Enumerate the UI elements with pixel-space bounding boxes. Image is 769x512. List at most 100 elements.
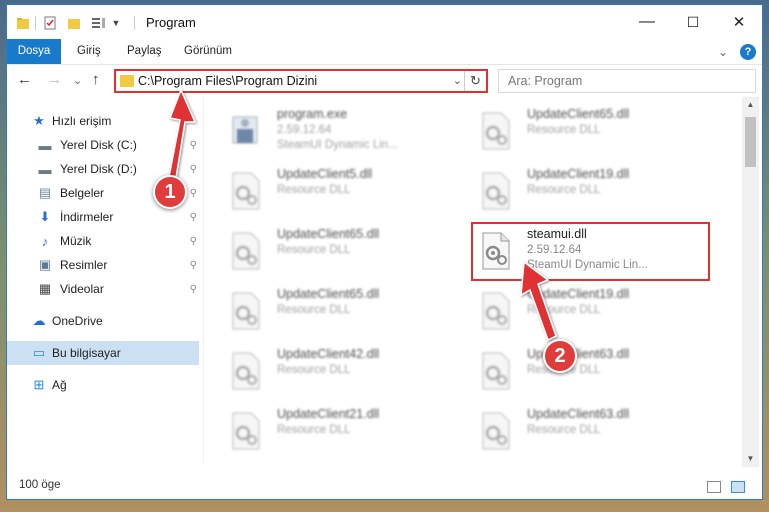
file-detail: Resource DLL bbox=[277, 424, 351, 436]
file-item[interactable]: UpdateClient65.dll Resource DLL bbox=[207, 285, 447, 339]
file-item[interactable]: UpdateClient21.dll Resource DLL bbox=[207, 405, 447, 459]
recent-locations-button[interactable]: ⌄ bbox=[73, 74, 82, 87]
sidebar-item-music[interactable]: ♪ Müzik ⚲ bbox=[7, 229, 199, 253]
dll-file-icon bbox=[482, 112, 510, 150]
file-detail: Resource DLL bbox=[277, 184, 351, 196]
pin-icon[interactable]: ⚲ bbox=[190, 188, 197, 199]
file-name: UpdateClient65.dll bbox=[277, 287, 380, 301]
vertical-scrollbar[interactable]: ▲ ▼ bbox=[742, 97, 759, 467]
sidebar-item-label: Yerel Disk (C:) bbox=[60, 138, 137, 152]
scroll-up-arrow[interactable]: ▲ bbox=[742, 97, 759, 113]
file-detail: Resource DLL bbox=[277, 244, 351, 256]
item-count: 100 öge bbox=[19, 479, 61, 491]
dll-file-icon bbox=[482, 412, 510, 450]
pin-icon[interactable]: ⚲ bbox=[190, 140, 197, 151]
file-item[interactable]: UpdateClient65.dll Resource DLL bbox=[207, 225, 447, 279]
sidebar-item-label: OneDrive bbox=[52, 314, 103, 328]
pin-icon[interactable]: ⚲ bbox=[190, 236, 197, 247]
sidebar-item-label: Videolar bbox=[60, 282, 104, 296]
pin-icon[interactable]: ⚲ bbox=[190, 164, 197, 175]
dll-file-icon bbox=[482, 352, 510, 390]
sidebar-item-videos[interactable]: ▦ Videolar ⚲ bbox=[7, 277, 199, 301]
expand-ribbon-icon[interactable]: ⌄ bbox=[718, 45, 728, 59]
sidebar-item-this-pc[interactable]: ▭ Bu bilgisayar bbox=[7, 341, 199, 365]
pin-icon[interactable]: ⚲ bbox=[190, 284, 197, 295]
help-icon[interactable]: ? bbox=[740, 44, 756, 60]
pane-divider bbox=[203, 97, 204, 463]
file-detail: 2.59.12.64 bbox=[277, 124, 332, 136]
file-name: UpdateClient21.dll bbox=[277, 407, 380, 421]
minimize-button[interactable]: — bbox=[624, 5, 670, 39]
tab-file[interactable]: Dosya bbox=[7, 39, 61, 64]
sidebar-item-label: İndirmeler bbox=[60, 210, 114, 224]
sidebar-item-quick-access[interactable]: ★ Hızlı erişim bbox=[7, 109, 199, 133]
music-icon: ♪ bbox=[41, 233, 49, 249]
chevron-down-icon[interactable]: ⌄ bbox=[453, 74, 462, 87]
sidebar-item-label: Yerel Disk (D:) bbox=[60, 162, 137, 176]
maximize-button[interactable]: ☐ bbox=[670, 5, 716, 39]
customize-toolbar-icon[interactable] bbox=[89, 14, 109, 32]
cloud-icon: ☁ bbox=[32, 313, 46, 328]
file-name: UpdateClient19.dll bbox=[527, 167, 630, 181]
file-detail: Resource DLL bbox=[527, 184, 601, 196]
file-item[interactable]: UpdateClient19.dll Resource DLL bbox=[457, 165, 697, 219]
scroll-thumb[interactable] bbox=[745, 117, 756, 167]
tab-home[interactable]: Giriş bbox=[67, 39, 111, 64]
sidebar-item-onedrive[interactable]: ☁ OneDrive bbox=[7, 309, 199, 333]
file-item[interactable]: UpdateClient63.dll Resource DLL bbox=[457, 345, 697, 399]
tab-share[interactable]: Paylaş bbox=[117, 39, 172, 64]
chevron-down-icon[interactable]: ▼ bbox=[111, 14, 121, 32]
sidebar-item-label: Hızlı erişim bbox=[52, 114, 112, 128]
address-bar[interactable]: C:\Program Files\Program Dizini ⌄ ↻ bbox=[114, 69, 488, 93]
close-button[interactable]: ✕ bbox=[716, 5, 762, 39]
title-divider bbox=[134, 16, 135, 30]
file-item[interactable]: UpdateClient19.dll Resource DLL bbox=[457, 285, 697, 339]
file-detail: SteamUI Dynamic Lin... bbox=[277, 139, 398, 151]
up-button[interactable]: ↑ bbox=[92, 71, 100, 88]
download-icon: ⬇ bbox=[39, 209, 51, 224]
file-item[interactable]: program.exe 2.59.12.64 SteamUI Dynamic L… bbox=[207, 105, 447, 159]
pin-icon[interactable]: ⚲ bbox=[190, 212, 197, 223]
sidebar-item-label: Ağ bbox=[52, 378, 67, 392]
qa-divider bbox=[35, 16, 36, 30]
back-button[interactable]: ← bbox=[17, 71, 32, 88]
dll-file-icon bbox=[482, 172, 510, 210]
pin-icon[interactable]: ⚲ bbox=[190, 260, 197, 271]
dll-file-icon bbox=[232, 172, 260, 210]
dll-file-icon bbox=[232, 292, 260, 330]
file-name: program.exe bbox=[277, 107, 348, 121]
new-folder-icon[interactable] bbox=[65, 14, 83, 32]
steamui-highlight bbox=[471, 222, 710, 281]
sidebar-item-network[interactable]: ⊞ Ağ bbox=[7, 373, 199, 397]
folder-icon[interactable] bbox=[15, 14, 31, 32]
file-name: UpdateClient65.dll bbox=[277, 227, 380, 241]
sidebar-item-label: Bu bilgisayar bbox=[52, 346, 121, 360]
tiles-view-button[interactable] bbox=[731, 481, 745, 493]
computer-icon: ▭ bbox=[32, 345, 46, 360]
status-bar: 100 öge bbox=[7, 475, 762, 499]
file-detail: Resource DLL bbox=[277, 364, 351, 376]
step-badge-1: 1 bbox=[153, 175, 187, 209]
ribbon: Dosya Giriş Paylaş Görünüm ⌄ ? bbox=[7, 39, 762, 65]
file-item[interactable]: UpdateClient65.dll Resource DLL bbox=[457, 105, 697, 159]
tab-view[interactable]: Görünüm bbox=[174, 39, 242, 64]
properties-icon[interactable] bbox=[41, 14, 59, 32]
sidebar-item-local-disk-c[interactable]: ▬ Yerel Disk (C:) ⚲ bbox=[7, 133, 199, 157]
exe-file-icon bbox=[232, 116, 258, 144]
search-input[interactable]: Ara: Program bbox=[498, 69, 756, 93]
sidebar-item-label: Belgeler bbox=[60, 186, 105, 200]
file-item[interactable]: UpdateClient5.dll Resource DLL bbox=[207, 165, 447, 219]
details-view-button[interactable] bbox=[707, 481, 721, 493]
file-name: UpdateClient65.dll bbox=[527, 107, 630, 121]
refresh-button[interactable]: ↻ bbox=[464, 71, 486, 91]
dll-file-icon bbox=[232, 352, 260, 390]
sidebar-item-label: Resimler bbox=[60, 258, 108, 272]
sidebar-item-pictures[interactable]: ▣ Resimler ⚲ bbox=[7, 253, 199, 277]
scroll-down-arrow[interactable]: ▼ bbox=[742, 451, 759, 467]
forward-button[interactable]: → bbox=[47, 71, 62, 88]
step-badge-2: 2 bbox=[543, 339, 577, 373]
navigation-pane: ★ Hızlı erişim ▬ Yerel Disk (C:) ⚲ ▬ Yer… bbox=[7, 101, 203, 467]
file-item[interactable]: UpdateClient42.dll Resource DLL bbox=[207, 345, 447, 399]
file-item[interactable]: UpdateClient63.dll Resource DLL bbox=[457, 405, 697, 459]
address-path[interactable]: C:\Program Files\Program Dizini bbox=[138, 74, 317, 88]
